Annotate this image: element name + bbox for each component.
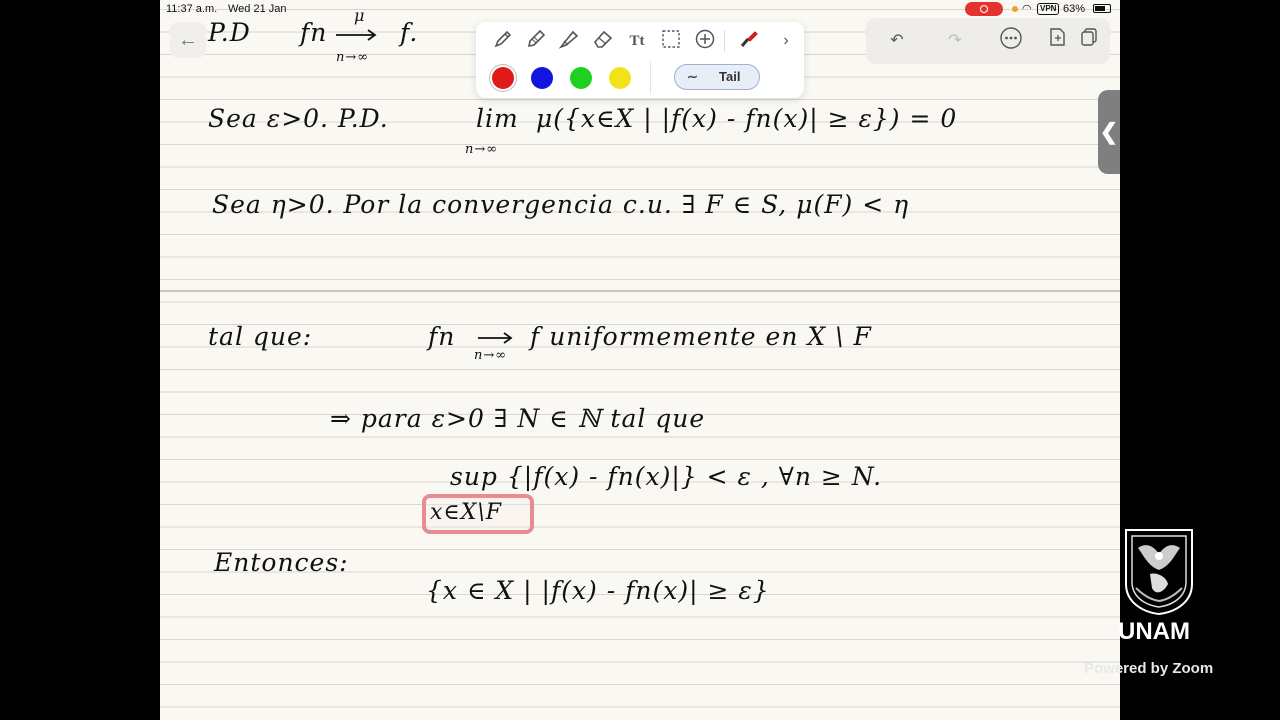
note-line-6-sub: x∈X\F [430, 500, 503, 525]
note-line-7: Entonces: [214, 548, 349, 577]
toolbar-separator [650, 62, 651, 94]
pencil-icon[interactable] [523, 28, 549, 54]
note-line-1-fn: fn [300, 18, 328, 47]
battery-percentage: 63% [1063, 3, 1086, 15]
eraser-icon[interactable] [590, 28, 616, 54]
chevron-right-icon[interactable]: › [773, 28, 799, 54]
note-line-2-rest: μ({x∈X | |f(x) - fn(x)| ≥ ε}) = 0 [536, 104, 958, 133]
laser-pointer-icon[interactable] [736, 28, 762, 54]
page-divider [160, 290, 1120, 292]
note-line-2-lim: lim [476, 104, 519, 133]
unam-seal-icon [1125, 529, 1193, 616]
battery-icon [1093, 4, 1111, 13]
copy-icon[interactable] [1074, 26, 1104, 56]
note-line-1-f: f. [400, 18, 419, 47]
color-yellow[interactable] [609, 67, 631, 89]
tail-label: Tail [719, 69, 741, 84]
lasso-icon[interactable] [658, 28, 684, 54]
add-icon[interactable] [692, 28, 718, 54]
note-line-1-pd: P.D [208, 18, 251, 47]
tail-button[interactable]: ∼ Tail [674, 64, 760, 90]
note-line-4-sub: n→∞ [474, 348, 508, 363]
note-line-2: Sea ε>0. P.D. [208, 104, 389, 133]
text-icon[interactable]: Tt [624, 28, 650, 54]
chevron-left-icon: ❮ [1099, 119, 1119, 144]
redo-icon[interactable]: ↷ [940, 26, 970, 56]
note-line-1-mu: μ [354, 6, 366, 25]
highlighter-icon[interactable] [556, 28, 582, 54]
note-line-6: sup {|f(x) - fn(x)|} < ε , ∀n ≥ N. [450, 462, 883, 491]
zoom-watermark: Powered by Zoom [1084, 660, 1214, 677]
color-green[interactable] [570, 67, 592, 89]
wifi-icon: ◠ [1022, 3, 1032, 15]
record-icon [980, 5, 988, 13]
sidebar-toggle[interactable]: ❮ [1098, 90, 1120, 174]
status-time: 11:37 a.m. [166, 3, 218, 15]
status-bar: 11:37 a.m. Wed 21 Jan ◠ VPN 63% [160, 0, 1120, 18]
tail-wave-icon: ∼ [687, 69, 698, 84]
right-toolbar: ↶ ↷ [866, 18, 1110, 64]
pen-icon[interactable] [490, 28, 516, 54]
unam-label: UNAM [1118, 618, 1190, 645]
note-line-4-fn: fn [428, 322, 456, 351]
toolbar-separator [724, 30, 725, 52]
note-arrow-1 [336, 29, 377, 41]
vpn-badge: VPN [1037, 3, 1060, 15]
screen-record-indicator[interactable] [965, 2, 1003, 16]
arrow-left-icon: ← [178, 29, 198, 51]
add-page-icon[interactable] [1042, 26, 1072, 56]
note-line-1-sub: n→∞ [336, 50, 370, 65]
note-line-4-c: f uniformemente en X \ F [530, 322, 872, 351]
note-line-4-a: tal que: [208, 322, 313, 351]
status-date: Wed 21 Jan [228, 3, 287, 15]
note-line-5: ⇒ para ε>0 ∃ N ∈ ℕ tal que [330, 404, 706, 433]
note-line-8: {x ∈ X | |f(x) - fn(x)| ≥ ε} [426, 576, 770, 605]
color-blue[interactable] [531, 67, 553, 89]
more-icon[interactable] [996, 26, 1026, 56]
note-line-3: Sea η>0. Por la convergencia c.u. ∃ F ∈ … [212, 190, 910, 219]
color-red[interactable] [492, 67, 514, 89]
undo-icon[interactable]: ↶ [882, 26, 912, 56]
note-line-2-sub: n→∞ [465, 142, 499, 157]
note-arrow-2 [478, 332, 513, 344]
drawing-toolbar: Tt › ∼ Tail [476, 22, 804, 98]
back-button[interactable]: ← [170, 22, 206, 58]
mic-indicator-icon [1012, 6, 1018, 12]
